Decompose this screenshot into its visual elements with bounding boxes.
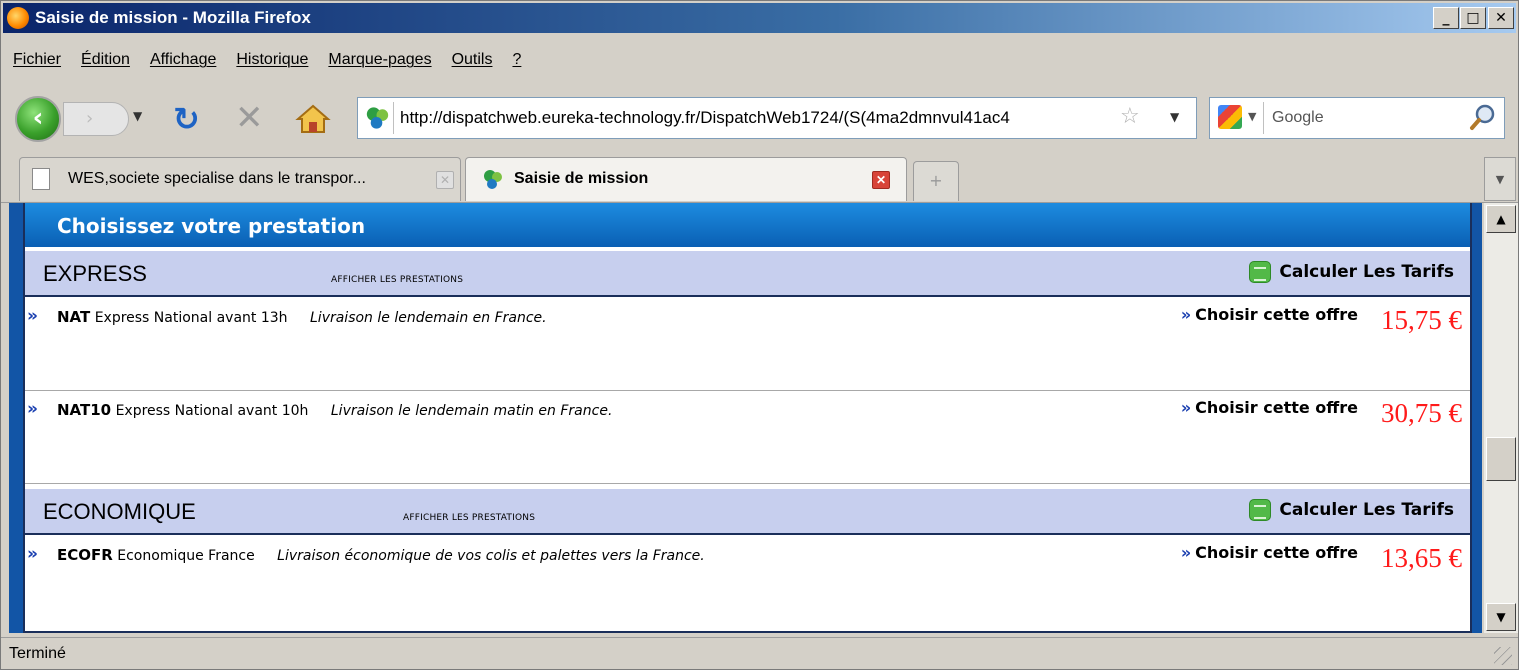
menu-bar: Fichier Édition Affichage Historique Mar… bbox=[3, 45, 531, 75]
offer-name: Economique France bbox=[117, 548, 255, 564]
double-chevron-icon: » bbox=[27, 399, 38, 419]
offer-text: NAT Express National avant 13h Livraison… bbox=[57, 308, 547, 326]
reload-icon[interactable]: ↻ bbox=[173, 103, 200, 135]
google-icon bbox=[1218, 105, 1242, 129]
firefox-icon bbox=[7, 7, 29, 29]
navigation-toolbar: › ‹ ▼ ↻ ✕ http://dispatchweb.eureka-tech… bbox=[1, 89, 1518, 151]
tab-saisie-de-mission[interactable]: Saisie de mission ✕ bbox=[465, 157, 907, 201]
bookmark-star-icon[interactable]: ☆ bbox=[1120, 104, 1140, 129]
site-favicon-icon bbox=[484, 170, 502, 189]
menu-edition[interactable]: Édition bbox=[71, 45, 140, 75]
engine-dropdown-icon: ▼ bbox=[1248, 110, 1257, 123]
menu-help[interactable]: ? bbox=[502, 45, 531, 75]
tab-label: WES,societe specialise dans le transpor.… bbox=[68, 170, 366, 187]
offer-name: Express National avant 10h bbox=[115, 403, 309, 419]
close-button[interactable]: ✕ bbox=[1488, 7, 1514, 29]
offer-code: ECOFR bbox=[57, 546, 113, 564]
maximize-button[interactable]: □ bbox=[1460, 7, 1486, 29]
offer-row: » ECOFR Economique France Livraison écon… bbox=[25, 537, 1470, 629]
menu-fichier[interactable]: Fichier bbox=[3, 45, 71, 75]
tab-wes[interactable]: WES,societe specialise dans le transpor.… bbox=[19, 157, 461, 201]
calculator-icon bbox=[1249, 261, 1272, 283]
calculate-tariffs-button[interactable]: Calculer Les Tarifs bbox=[1249, 499, 1454, 521]
title-bar: Saisie de mission - Mozilla Firefox _ □ … bbox=[3, 3, 1516, 33]
browser-window: Saisie de mission - Mozilla Firefox _ □ … bbox=[0, 0, 1519, 670]
page-title: Choisissez votre prestation bbox=[57, 214, 366, 238]
prestation-panel: Choisissez votre prestation EXPRESS AFFI… bbox=[23, 203, 1472, 633]
page-viewport: Choisissez votre prestation EXPRESS AFFI… bbox=[9, 203, 1482, 633]
url-dropdown-icon[interactable]: ▼ bbox=[1170, 110, 1179, 124]
double-chevron-icon: » bbox=[1180, 398, 1192, 417]
offer-row: » NAT10 Express National avant 10h Livra… bbox=[25, 392, 1470, 484]
section-title: ECONOMIQUE bbox=[43, 499, 196, 524]
magnifier-icon[interactable] bbox=[1468, 102, 1498, 132]
url-bar[interactable]: http://dispatchweb.eureka-technology.fr/… bbox=[357, 97, 1197, 139]
menu-marque-pages[interactable]: Marque-pages bbox=[318, 45, 441, 75]
window-title: Saisie de mission - Mozilla Firefox bbox=[35, 8, 311, 27]
tab-close-icon[interactable]: ✕ bbox=[872, 171, 890, 189]
choose-offer-button[interactable]: » Choisir cette offre bbox=[1181, 543, 1358, 562]
double-chevron-icon: » bbox=[1180, 543, 1192, 562]
choose-offer-label: Choisir cette offre bbox=[1195, 398, 1358, 417]
status-text: Terminé bbox=[9, 645, 66, 662]
choose-offer-label: Choisir cette offre bbox=[1195, 543, 1358, 562]
double-chevron-icon: » bbox=[1180, 305, 1192, 324]
menu-outils[interactable]: Outils bbox=[442, 45, 503, 75]
search-input[interactable]: Google bbox=[1272, 109, 1324, 127]
scroll-down-icon[interactable]: ▼ bbox=[1486, 603, 1516, 631]
menu-historique[interactable]: Historique bbox=[226, 45, 318, 75]
offer-price: 30,75 € bbox=[1381, 398, 1462, 428]
scrollbar-thumb[interactable] bbox=[1486, 437, 1516, 481]
search-bar[interactable]: ▼ Google bbox=[1209, 97, 1505, 139]
site-favicon-icon bbox=[366, 102, 394, 134]
offer-name: Express National avant 13h bbox=[94, 310, 288, 326]
offer-code: NAT10 bbox=[57, 401, 112, 419]
offer-description: Livraison économique de vos colis et pal… bbox=[277, 548, 705, 564]
double-chevron-icon: » bbox=[27, 306, 38, 326]
calculate-tariffs-label: Calculer Les Tarifs bbox=[1279, 262, 1454, 282]
tab-strip: WES,societe specialise dans le transpor.… bbox=[1, 153, 1518, 203]
offer-text: ECOFR Economique France Livraison économ… bbox=[57, 546, 705, 564]
forward-button[interactable]: › bbox=[63, 102, 129, 136]
new-tab-button[interactable]: + bbox=[913, 161, 959, 201]
section-express: EXPRESS AFFICHER LES PRESTATIONS Calcule… bbox=[25, 249, 1470, 297]
offer-description: Livraison le lendemain en France. bbox=[310, 310, 547, 326]
tab-close-icon[interactable]: ✕ bbox=[436, 171, 454, 189]
offer-price: 15,75 € bbox=[1381, 305, 1462, 335]
tab-list-dropdown-icon[interactable]: ▼ bbox=[1484, 157, 1516, 201]
document-icon bbox=[32, 168, 50, 190]
calculator-icon bbox=[1249, 499, 1272, 521]
calculate-tariffs-button[interactable]: Calculer Les Tarifs bbox=[1249, 261, 1454, 283]
scroll-up-icon[interactable]: ▲ bbox=[1486, 205, 1516, 233]
calculate-tariffs-label: Calculer Les Tarifs bbox=[1279, 500, 1454, 520]
search-engine-selector[interactable]: ▼ bbox=[1214, 102, 1264, 134]
resize-grip-icon[interactable] bbox=[1494, 647, 1512, 665]
offer-row: » NAT Express National avant 13h Livrais… bbox=[25, 299, 1470, 391]
home-icon[interactable] bbox=[295, 103, 331, 135]
history-dropdown-icon[interactable]: ▼ bbox=[133, 109, 142, 123]
choose-offer-button[interactable]: » Choisir cette offre bbox=[1181, 305, 1358, 324]
offer-code: NAT bbox=[57, 308, 91, 326]
double-chevron-icon: » bbox=[27, 544, 38, 564]
choose-offer-label: Choisir cette offre bbox=[1195, 305, 1358, 324]
section-economique: ECONOMIQUE AFFICHER LES PRESTATIONS Calc… bbox=[25, 487, 1470, 535]
url-text[interactable]: http://dispatchweb.eureka-technology.fr/… bbox=[400, 108, 1100, 128]
panel-header: Choisissez votre prestation bbox=[25, 203, 1470, 249]
section-title: EXPRESS bbox=[43, 261, 147, 286]
offer-price: 13,65 € bbox=[1381, 543, 1462, 573]
vertical-scrollbar[interactable]: ▲ ▼ bbox=[1484, 203, 1518, 633]
minimize-button[interactable]: _ bbox=[1433, 7, 1459, 29]
show-prestations-link[interactable]: AFFICHER LES PRESTATIONS bbox=[403, 513, 535, 523]
show-prestations-link[interactable]: AFFICHER LES PRESTATIONS bbox=[331, 275, 463, 285]
offer-text: NAT10 Express National avant 10h Livrais… bbox=[57, 401, 612, 419]
stop-icon[interactable]: ✕ bbox=[235, 101, 264, 135]
tab-label: Saisie de mission bbox=[514, 170, 649, 187]
choose-offer-button[interactable]: » Choisir cette offre bbox=[1181, 398, 1358, 417]
menu-affichage[interactable]: Affichage bbox=[140, 45, 226, 75]
status-bar: Terminé bbox=[1, 637, 1518, 669]
back-button[interactable]: ‹ bbox=[15, 96, 61, 142]
offer-description: Livraison le lendemain matin en France. bbox=[330, 403, 613, 419]
